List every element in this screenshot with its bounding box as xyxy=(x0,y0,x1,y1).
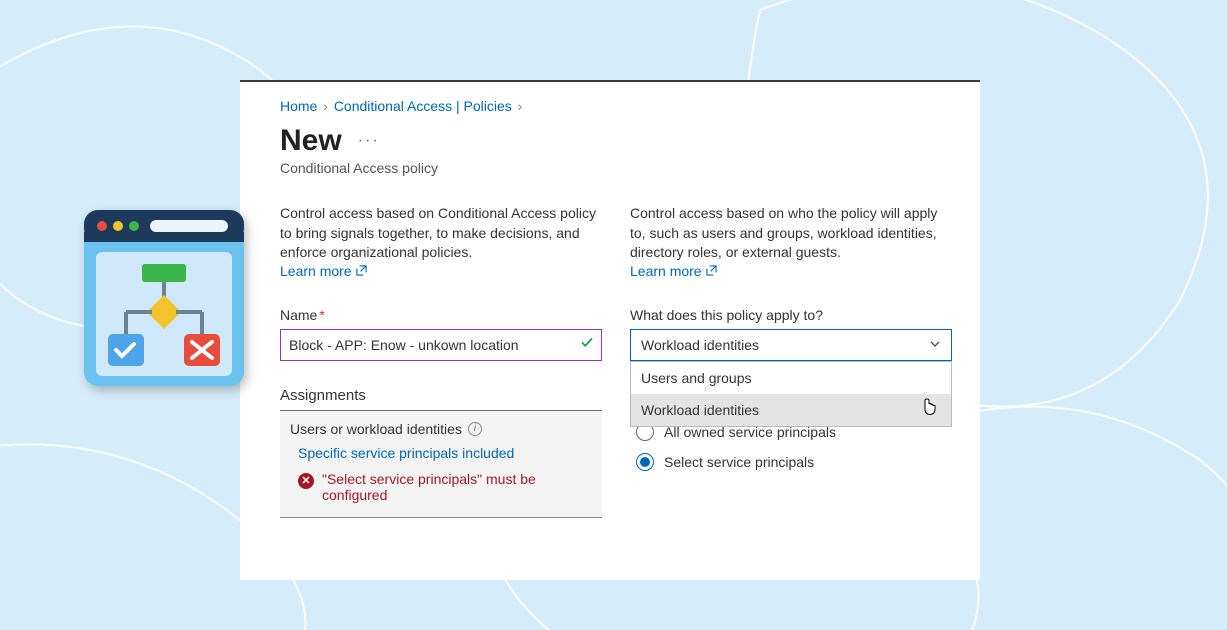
dropdown-list: Users and groups Workload identities xyxy=(630,361,952,427)
left-column: Control access based on Conditional Acce… xyxy=(280,204,602,518)
name-input[interactable]: Block - APP: Enow - unkown location xyxy=(280,329,602,361)
left-blurb: Control access based on Conditional Acce… xyxy=(280,204,602,263)
error-message: ✕ "Select service principals" must be co… xyxy=(298,471,592,503)
assignments-header: Assignments xyxy=(280,387,602,411)
radio-icon-selected xyxy=(636,453,654,471)
page-title: New xyxy=(280,124,342,158)
error-icon: ✕ xyxy=(298,473,314,489)
more-button[interactable]: ··· xyxy=(358,132,380,150)
apply-to-label: What does this policy apply to? xyxy=(630,307,952,323)
radio-select-principals[interactable]: Select service principals xyxy=(630,447,952,477)
info-icon[interactable]: i xyxy=(468,422,482,436)
learn-more-left[interactable]: Learn more xyxy=(280,263,367,279)
cursor-icon xyxy=(919,398,937,421)
page-subtitle: Conditional Access policy xyxy=(280,160,952,176)
right-blurb: Control access based on who the policy w… xyxy=(630,204,952,263)
external-link-icon xyxy=(356,265,367,276)
option-users-groups[interactable]: Users and groups xyxy=(631,362,951,394)
main-panel: Home › Conditional Access | Policies › N… xyxy=(240,80,980,580)
external-link-icon xyxy=(706,265,717,276)
name-label: Name* xyxy=(280,307,602,323)
right-column: Control access based on who the policy w… xyxy=(630,204,952,518)
browser-flowchart-icon xyxy=(82,208,246,398)
learn-more-right[interactable]: Learn more xyxy=(630,263,717,279)
option-workload-identities[interactable]: Workload identities xyxy=(631,394,951,426)
specific-principals-link[interactable]: Specific service principals included xyxy=(298,445,592,461)
apply-to-dropdown[interactable]: Workload identities Users and groups Wor… xyxy=(630,329,952,361)
breadcrumb-policies[interactable]: Conditional Access | Policies xyxy=(334,98,512,114)
breadcrumb-home[interactable]: Home xyxy=(280,98,317,114)
assignment-box[interactable]: Users or workload identities i Specific … xyxy=(280,411,602,518)
chevron-down-icon xyxy=(929,337,941,353)
breadcrumb: Home › Conditional Access | Policies › xyxy=(280,98,952,114)
check-icon xyxy=(580,335,594,354)
